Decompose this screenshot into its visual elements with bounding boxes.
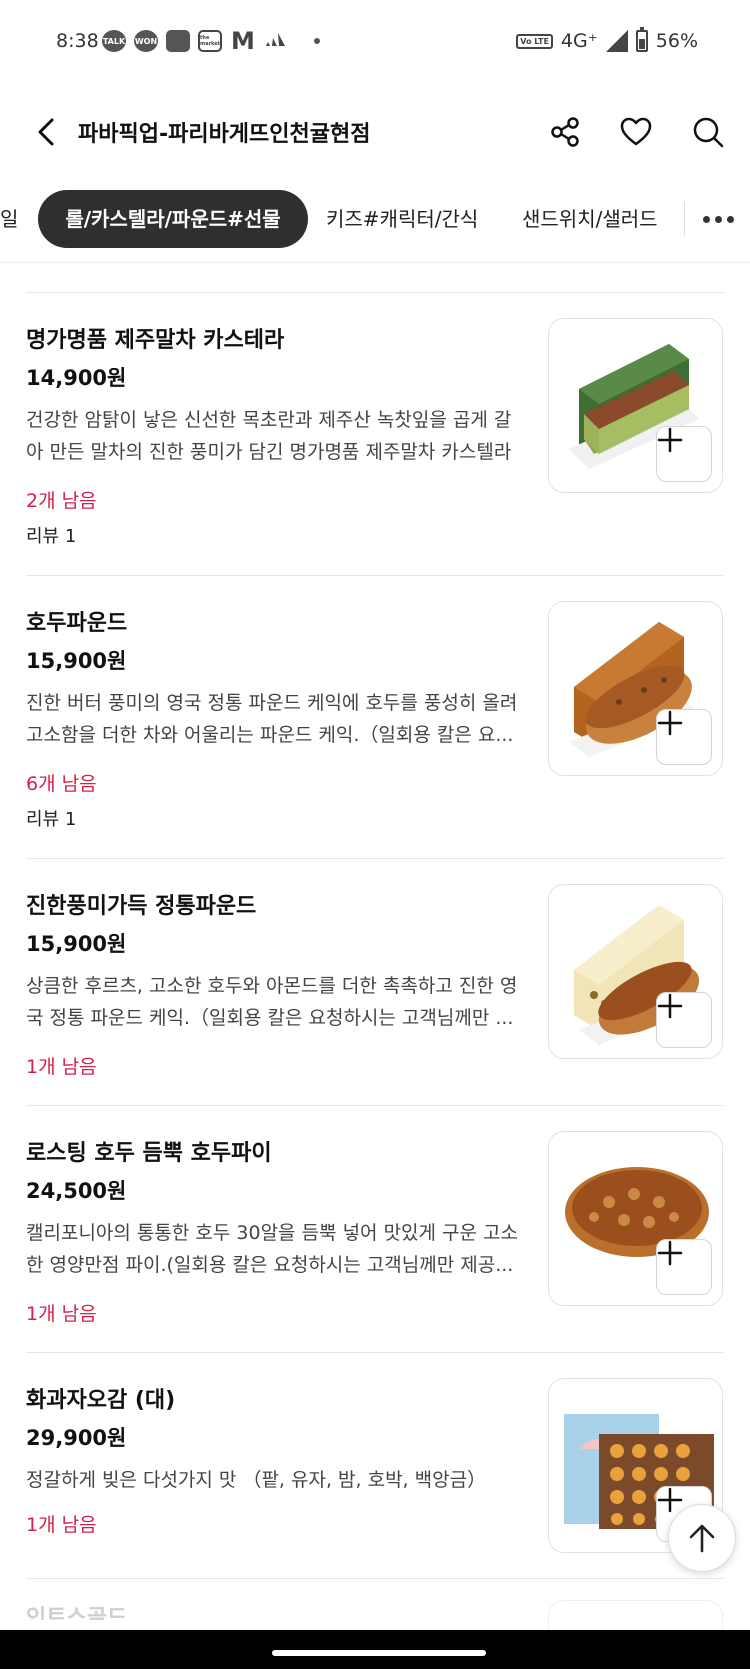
description-line: 건강한 암탉이 낳은 신선한 목초란과 제주산 녹찻잎을 곱게 갈: [26, 409, 512, 431]
stock-remaining: 1개 남음: [26, 1303, 97, 1325]
app-header: 파바픽업-파리바게뜨인천귤현점: [0, 92, 750, 172]
status-time: 8:38: [56, 30, 99, 52]
status-bar: 8:38 TALK WON the market M Vo LTE 4G⁺ 56…: [0, 0, 750, 86]
description-line: 아 만든 말차의 진한 풍미가 담긴 명가명품 제주말차 카스텔라: [26, 441, 512, 463]
tab-previous-partial[interactable]: 일: [0, 190, 22, 248]
add-to-cart-button[interactable]: [656, 709, 712, 765]
list-divider: [26, 1105, 724, 1106]
more-notifications-dot: [314, 38, 320, 44]
stock-remaining: 1개 남음: [26, 1056, 97, 1078]
list-divider: [26, 1578, 724, 1579]
search-button[interactable]: [686, 110, 730, 154]
add-to-cart-button[interactable]: [656, 426, 712, 482]
description-line: 캘리포니아의 통통한 호두 30알을 듬뿍 넣어 맛있게 구운 고소: [26, 1222, 519, 1244]
product-price: 14,900원: [26, 366, 127, 390]
product-description: 상큼한 후르츠, 고소한 호두와 아몬드를 더한 촉촉하고 진한 영 국 정통 …: [26, 970, 522, 1034]
plus-icon: [657, 1487, 683, 1513]
back-arrow-icon: [38, 118, 54, 146]
battery-icon: [635, 27, 648, 52]
description-line: 한 영양만점 파이.(일회용 칼은 요청하시는 고객님께만 제공...: [26, 1254, 514, 1276]
share-icon: [551, 117, 579, 147]
product-name: 진한풍미가득 정통파운드: [26, 894, 257, 919]
network-type: 4G⁺: [560, 30, 598, 52]
favorite-button[interactable]: [614, 110, 658, 154]
tabs-border: [0, 262, 750, 263]
store-title: 파바픽업-파리바게뜨인천귤현점: [78, 122, 371, 147]
product-description: 건강한 암탉이 낳은 신선한 목초란과 제주산 녹찻잎을 곱게 갈 아 만든 말…: [26, 404, 522, 468]
stock-remaining: 2개 남음: [26, 490, 97, 512]
description-line: 고소함을 더한 차와 어울리는 파운드 케익.（일회용 칼은 요...: [26, 724, 514, 746]
adidas-icon: [264, 30, 288, 52]
list-divider: [26, 292, 724, 293]
system-status: Vo LTE 4G⁺ 56%: [516, 27, 698, 52]
search-icon: [693, 117, 724, 148]
product-price: 15,900원: [26, 932, 127, 956]
product-description: 정갈하게 빚은 다섯가지 맛 （팥, 유자, 밤, 호박, 백앙금）: [26, 1464, 522, 1496]
product-image[interactable]: [548, 1131, 723, 1306]
the-market-icon: the market: [198, 30, 222, 52]
review-count[interactable]: 리뷰 1: [26, 522, 76, 548]
arrow-up-icon: [689, 1524, 715, 1553]
notification-icons: TALK WON the market M: [102, 27, 320, 55]
plus-icon: [657, 710, 683, 736]
description-line: 정갈하게 빚은 다섯가지 맛 （팥, 유자, 밤, 호박, 백앙금）: [26, 1469, 487, 1491]
product-name: 화과자오감 (대): [26, 1388, 176, 1413]
tabs-divider: [684, 202, 685, 236]
list-divider: [26, 1352, 724, 1353]
list-divider: [26, 575, 724, 576]
plus-icon: [657, 1240, 683, 1266]
volte-icon: Vo LTE: [516, 33, 553, 49]
product-image[interactable]: [548, 601, 723, 776]
product-price: 29,900원: [26, 1426, 127, 1450]
description-line: 국 정통 파운드 케익.（일회용 칼은 요청하시는 고객님께만 ...: [26, 1007, 514, 1029]
product-name: 로스팅 호두 듬뿍 호두파이: [26, 1141, 272, 1166]
signal-icon: [605, 30, 628, 52]
add-to-cart-button[interactable]: [656, 992, 712, 1048]
description-line: 진한 버터 풍미의 영국 정통 파운드 케익에 호두를 풍성히 올려: [26, 692, 518, 714]
list-divider: [26, 858, 724, 859]
more-categories-button[interactable]: [698, 202, 738, 236]
tab-roll-castella-pound[interactable]: 롤/카스텔라/파운드#선물: [38, 190, 308, 248]
product-image[interactable]: [548, 884, 723, 1059]
plus-icon: [657, 993, 683, 1019]
category-tabs: 일 롤/카스텔라/파운드#선물 키즈#캐릭터/간식 샌드위치/샐러드: [0, 190, 750, 248]
share-button[interactable]: [543, 110, 587, 154]
product-name: 호두파운드: [26, 611, 128, 636]
product-description: 캘리포니아의 통통한 호두 30알을 듬뿍 넣어 맛있게 구운 고소 한 영양만…: [26, 1217, 522, 1281]
heart-icon: [620, 117, 652, 146]
partial-product-name: 인트스골드: [26, 1606, 128, 1620]
more-dot-icon: [726, 215, 734, 223]
tab-kids-character[interactable]: 키즈#캐릭터/간식: [326, 190, 478, 248]
system-navigation-bar: [0, 1630, 750, 1669]
product-description: 진한 버터 풍미의 영국 정통 파운드 케익에 호두를 풍성히 올려 고소함을 …: [26, 687, 522, 751]
add-to-cart-button[interactable]: [656, 1239, 712, 1295]
more-dot-icon: [702, 215, 710, 223]
kakao-won-icon: WON: [134, 30, 158, 52]
plus-icon: [657, 427, 683, 453]
battery-percent: 56%: [655, 30, 698, 52]
product-price: 24,500원: [26, 1179, 127, 1203]
tab-sandwich-salad[interactable]: 샌드위치/샐러드: [522, 190, 658, 248]
stock-remaining: 6개 남음: [26, 773, 97, 795]
review-count[interactable]: 리뷰 1: [26, 805, 76, 831]
more-dot-icon: [714, 215, 722, 223]
home-gesture-handle[interactable]: [272, 1650, 486, 1656]
scroll-to-top-button[interactable]: [668, 1504, 736, 1572]
square-app-icon: [166, 30, 190, 52]
stock-remaining: 1개 남음: [26, 1514, 97, 1536]
product-image[interactable]: [548, 318, 723, 493]
description-line: 상큼한 후르츠, 고소한 호두와 아몬드를 더한 촉촉하고 진한 영: [26, 975, 518, 997]
kakaotalk-icon: TALK: [102, 30, 126, 52]
product-name: 명가명품 제주말차 카스테라: [26, 328, 285, 353]
product-price: 15,900원: [26, 649, 127, 673]
back-button[interactable]: [26, 112, 66, 152]
gmail-icon: M: [231, 27, 255, 55]
